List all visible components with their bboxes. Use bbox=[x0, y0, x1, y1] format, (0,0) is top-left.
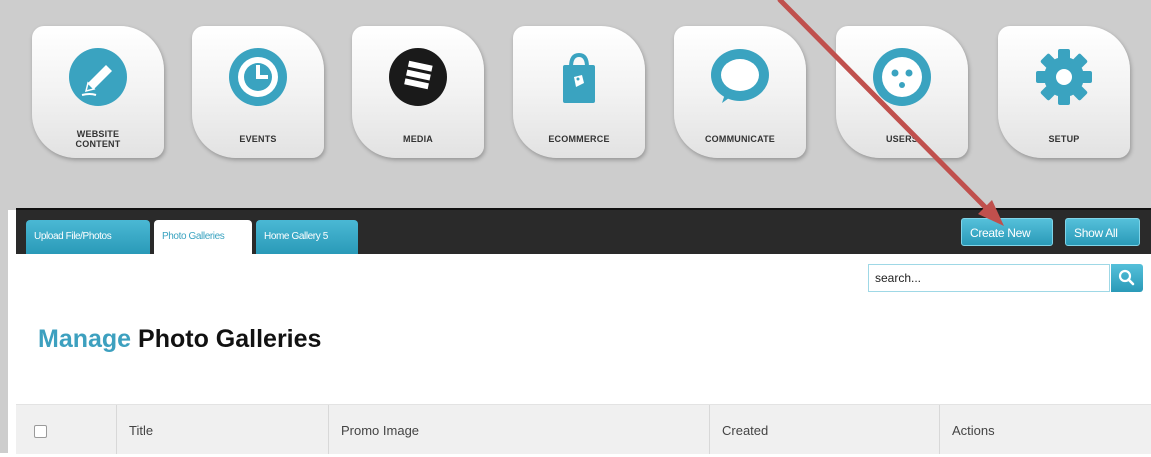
left-border bbox=[0, 210, 8, 453]
shopping-bag-icon bbox=[563, 52, 595, 103]
page-title-accent: Manage bbox=[38, 325, 132, 353]
nav-tile-media[interactable]: MEDIA bbox=[352, 26, 484, 158]
tab-home-gallery-5[interactable]: Home Gallery 5 bbox=[256, 220, 358, 254]
nav-tile-label: EVENTS bbox=[239, 134, 277, 144]
media-stack-icon bbox=[389, 48, 447, 106]
column-header-promo-image[interactable]: Promo Image bbox=[328, 405, 709, 454]
tab-bar: Upload File/Photos Photo Galleries Home … bbox=[16, 208, 1151, 254]
nav-tile-setup[interactable]: SETUP bbox=[998, 26, 1130, 158]
tab-upload-file-photos[interactable]: Upload File/Photos bbox=[26, 220, 150, 254]
nav-tile-ecommerce[interactable]: ECOMMERCE bbox=[513, 26, 645, 158]
face-icon bbox=[873, 48, 931, 106]
table-header: Title Promo Image Created Actions bbox=[16, 404, 1151, 454]
speech-bubble-icon bbox=[711, 49, 769, 103]
tab-photo-galleries[interactable]: Photo Galleries bbox=[154, 220, 252, 254]
nav-tile-communicate[interactable]: COMMUNICATE bbox=[674, 26, 806, 158]
nav-tile-label: COMMUNICATE bbox=[704, 134, 776, 144]
search-icon bbox=[1118, 269, 1135, 286]
page-title-main: Photo Galleries bbox=[138, 325, 322, 353]
column-header-title[interactable]: Title bbox=[116, 405, 328, 454]
column-header-created[interactable]: Created bbox=[709, 405, 939, 454]
page-title: Manage Photo Galleries bbox=[38, 322, 321, 356]
show-all-button[interactable]: Show All bbox=[1065, 218, 1140, 246]
nav-tile-label: ECOMMERCE bbox=[548, 134, 610, 144]
nav-tile-label: SETUP bbox=[1048, 134, 1080, 144]
create-new-button[interactable]: Create New bbox=[961, 218, 1053, 246]
nav-tile-label: MEDIA bbox=[403, 134, 433, 144]
select-all-checkbox[interactable] bbox=[34, 425, 47, 438]
search-input[interactable] bbox=[868, 264, 1110, 292]
column-header-actions: Actions bbox=[939, 405, 1151, 454]
clock-icon bbox=[229, 48, 287, 106]
pencil-icon bbox=[69, 48, 127, 106]
nav-tile-label: WEBSITE CONTENT bbox=[75, 129, 121, 149]
nav-tile-events[interactable]: EVENTS bbox=[192, 26, 324, 158]
nav-tile-users[interactable]: USERS bbox=[836, 26, 968, 158]
nav-tile-website-content[interactable]: WEBSITE CONTENT bbox=[32, 26, 164, 158]
select-all-column bbox=[16, 405, 116, 454]
nav-tile-label: USERS bbox=[885, 134, 918, 144]
gear-icon bbox=[1036, 49, 1092, 105]
search-button[interactable] bbox=[1111, 264, 1143, 292]
